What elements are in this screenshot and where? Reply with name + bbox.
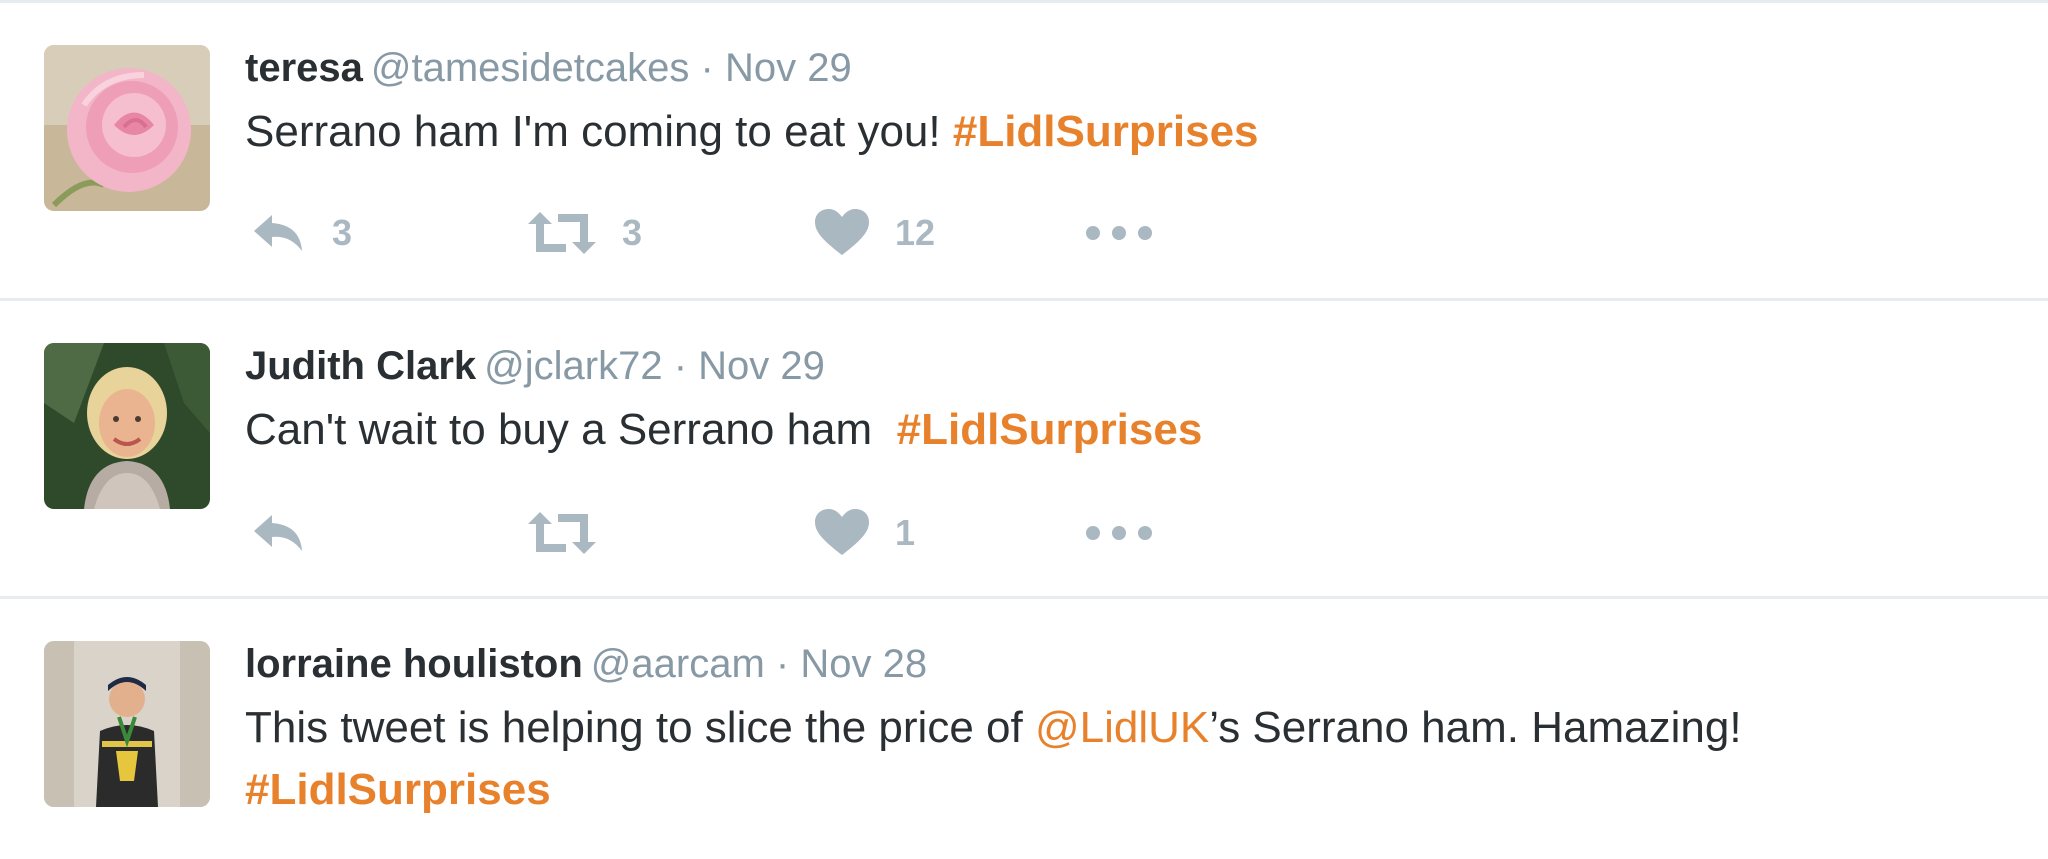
- tweet-date[interactable]: Nov 29: [698, 344, 825, 388]
- reply-button[interactable]: 3: [250, 203, 352, 263]
- woman-portrait-avatar-icon: [44, 343, 210, 509]
- tweet-text: Can't wait to buy a Serrano ham #LidlSur…: [245, 399, 2005, 461]
- tweet-text-body: This tweet is helping to slice the price…: [245, 703, 1035, 752]
- tweet-text-body: Serrano ham I'm coming to eat you!: [245, 107, 953, 156]
- tweet[interactable]: Judith Clark @jclark72 · Nov 29 Can't wai…: [0, 301, 2048, 599]
- author-handle[interactable]: @aarcam: [591, 642, 765, 686]
- tweet-date[interactable]: Nov 29: [725, 46, 852, 90]
- heart-icon: [815, 209, 869, 255]
- retweet-icon: [528, 212, 596, 254]
- tweet[interactable]: teresa @tamesidetcakes · Nov 29 Serrano h…: [0, 3, 2048, 301]
- tweet-header: lorraine houliston @aarcam · Nov 28: [245, 639, 927, 689]
- pink-rose-avatar-icon: [44, 45, 210, 211]
- hashtag-link[interactable]: #LidlSurprises: [953, 107, 1259, 156]
- separator-dot: ·: [700, 46, 714, 90]
- reply-count: 3: [332, 212, 353, 253]
- more-dots-icon: [1086, 526, 1152, 540]
- tweet-header: Judith Clark @jclark72 · Nov 29: [245, 341, 825, 391]
- reply-button[interactable]: [250, 503, 332, 563]
- avatar[interactable]: [44, 343, 210, 509]
- heart-icon: [815, 509, 869, 555]
- tweet-text-tail: ’s Serrano ham. Hamazing!: [1209, 703, 1742, 752]
- hashtag-link[interactable]: #LidlSurprises: [245, 765, 551, 814]
- separator-dot: ·: [775, 642, 790, 686]
- tweet-date[interactable]: Nov 28: [800, 642, 927, 686]
- mention-link[interactable]: @LidlUK: [1035, 703, 1209, 752]
- separator-dot: ·: [673, 344, 688, 388]
- tweet-actions: 1: [250, 503, 1250, 563]
- tweet-timeline: teresa @tamesidetcakes · Nov 29 Serrano h…: [0, 0, 2048, 848]
- author-name[interactable]: lorraine houliston: [245, 642, 583, 686]
- author-handle[interactable]: @tamesidetcakes: [371, 46, 690, 90]
- retweet-button[interactable]: [528, 503, 622, 563]
- more-options-button[interactable]: [1085, 503, 1153, 563]
- retweet-icon: [528, 512, 596, 554]
- author-name[interactable]: teresa: [245, 46, 363, 90]
- like-count: 12: [895, 212, 936, 253]
- tweet[interactable]: lorraine houliston @aarcam · Nov 28 This …: [0, 599, 2048, 859]
- avatar[interactable]: [44, 641, 210, 807]
- tweet-text-body: Can't wait to buy a Serrano ham: [245, 405, 897, 454]
- tweet-text: Serrano ham I'm coming to eat you! #Lidl…: [245, 101, 2005, 163]
- boy-with-trophy-avatar-icon: [44, 641, 210, 807]
- like-count: 1: [895, 512, 916, 553]
- more-options-button[interactable]: [1085, 203, 1153, 263]
- hashtag-link[interactable]: #LidlSurprises: [897, 405, 1203, 454]
- reply-icon: [254, 215, 302, 251]
- avatar[interactable]: [44, 45, 210, 211]
- more-dots-icon: [1086, 226, 1152, 240]
- like-button[interactable]: 12: [815, 203, 935, 263]
- retweet-button[interactable]: 3: [528, 203, 642, 263]
- like-button[interactable]: 1: [815, 503, 915, 563]
- author-handle[interactable]: @jclark72: [484, 344, 662, 388]
- tweet-actions: 3 3 12: [250, 203, 1250, 263]
- tweet-header: teresa @tamesidetcakes · Nov 29: [245, 43, 852, 93]
- reply-icon: [254, 515, 302, 551]
- author-name[interactable]: Judith Clark: [245, 344, 476, 388]
- tweet-text: This tweet is helping to slice the price…: [245, 697, 2005, 821]
- retweet-count: 3: [622, 212, 643, 253]
